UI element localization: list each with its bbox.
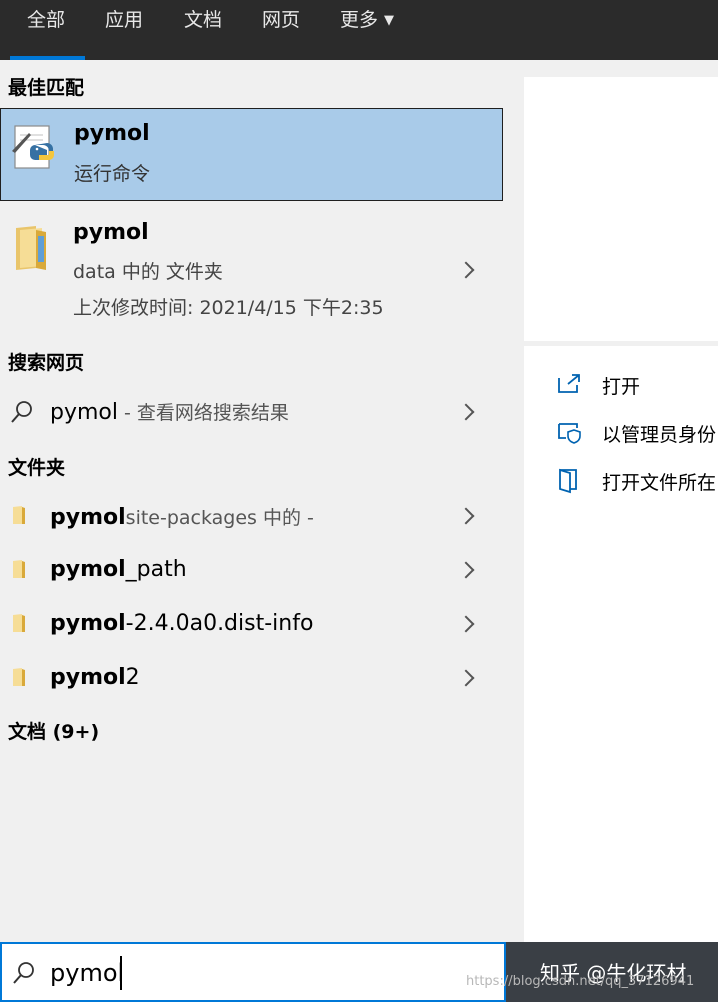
chevron-right-icon[interactable] [460,672,474,686]
search-input[interactable] [50,956,470,990]
folder-icon [13,560,25,578]
preview-pane: 打开 以管理员身份 打开文件所在 [506,60,718,942]
scope-tab-bar: 全部 应用 文档 网页 更多 ▼ [0,0,718,60]
folder-item-rest: -2.4.0a0.dist-info [125,611,314,636]
preview-header [524,77,718,341]
chevron-right-icon[interactable] [460,406,474,420]
search-icon [11,401,32,423]
folder-item-match: pymol [50,665,126,690]
tab-web-label: 网页 [262,9,301,31]
watermark-url: https://blog.csdn.net/qq_37126941 [466,974,695,989]
best-match-title: pymol [74,121,150,146]
tab-apps-label: 应用 [105,9,144,31]
best-match-item[interactable]: pymol 运行命令 [0,108,503,201]
tab-documents[interactable]: 文档 [184,0,222,60]
folder-icon [13,614,25,632]
shield-icon [558,423,581,444]
best-match-subtitle: 运行命令 [74,163,151,185]
tab-web[interactable]: 网页 [262,0,300,60]
folder-item-match: pymol [50,611,126,636]
tab-all[interactable]: 全部 [10,0,85,60]
web-search-suffix: - 查看网络搜索结果 [118,402,289,424]
folder-item-label: pymol2 [50,665,140,690]
folder-result-item[interactable]: pymol data 中的 文件夹 上次修改时间: 2021/4/15 下午2:… [0,202,506,334]
folder-list-item[interactable]: pymol_path [0,544,506,594]
folder-item-label: pymol-2.4.0a0.dist-info [50,611,313,636]
open-action[interactable]: 打开 [556,372,716,402]
folder-list-item[interactable]: pymol-2.4.0a0.dist-info [0,598,506,648]
folder-item-rest: site-packages 中的 - [125,507,314,529]
open-file-location-label: 打开文件所在 [602,472,717,494]
open-action-label: 打开 [602,376,641,398]
search-icon [13,962,34,984]
folder-icon [13,668,25,686]
web-search-item[interactable]: pymol - 查看网络搜索结果 [0,388,506,438]
section-search-web: 搜索网页 [8,352,85,374]
chevron-right-icon[interactable] [460,510,474,524]
section-folders: 文件夹 [8,457,66,479]
folder-result-location: data 中的 文件夹 [73,261,223,283]
folder-result-title: pymol [73,220,149,245]
folder-list-item[interactable]: pymolsite-packages 中的 - [0,490,506,540]
open-file-location-action[interactable]: 打开文件所在 [556,468,716,498]
chevron-down-icon: ▼ [384,13,395,28]
folder-result-modified: 上次修改时间: 2021/4/15 下午2:35 [73,297,384,319]
open-icon [558,374,580,393]
chevron-right-icon[interactable] [460,618,474,632]
chevron-right-icon[interactable] [460,264,474,278]
folder-item-match: pymol [50,505,126,530]
run-as-admin-label: 以管理员身份 [602,424,717,446]
tab-more[interactable]: 更多 ▼ [340,0,394,60]
run-as-admin-action[interactable]: 以管理员身份 [556,420,716,450]
folder-item-rest: _path [125,557,187,582]
tab-apps[interactable]: 应用 [105,0,143,60]
chevron-right-icon[interactable] [460,564,474,578]
pymol-app-icon [12,125,54,169]
section-documents[interactable]: 文档 (9+) [8,717,99,744]
text-cursor [120,956,122,990]
folder-item-label: pymol_path [50,557,187,582]
results-pane: 最佳匹配 pymol 运行命令 pymol data 中的 文件夹 上次修改时间… [0,60,506,942]
folder-item-match: pymol [50,557,126,582]
tab-more-label: 更多 [340,9,379,31]
folder-list-item[interactable]: pymol2 [0,652,506,702]
folder-icon [16,226,46,270]
folder-icon [13,506,25,524]
tab-documents-label: 文档 [184,9,223,31]
section-best-match: 最佳匹配 [8,77,85,99]
web-search-label: pymol - 查看网络搜索结果 [50,398,289,425]
folder-item-label: pymolsite-packages 中的 - [50,503,314,530]
tab-all-label: 全部 [27,9,66,31]
search-box[interactable] [0,942,506,1002]
web-search-query: pymol [50,400,118,425]
folder-item-rest: 2 [125,665,140,690]
folder-location-icon [559,468,577,494]
